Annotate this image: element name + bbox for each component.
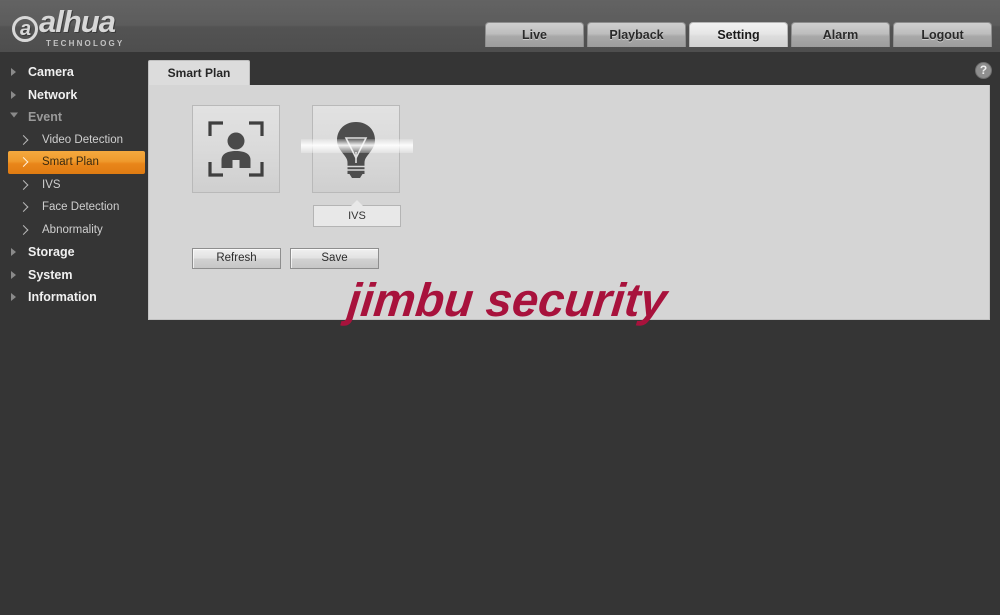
chevron-right-icon: [18, 224, 29, 235]
chevron-right-icon: [18, 157, 29, 168]
logo-tagline: TECHNOLOGY: [46, 39, 125, 48]
logo-text: alhua: [39, 4, 116, 39]
sidebar-item-label: Camera: [28, 65, 74, 79]
sidebar-item-label: Event: [28, 110, 63, 124]
logo-a-icon: a: [12, 16, 38, 42]
sidebar-item-face-detection[interactable]: Face Detection: [8, 196, 145, 219]
chevron-right-icon: [18, 179, 29, 190]
main-nav-tabs: Live Playback Setting Alarm Logout: [485, 22, 992, 47]
action-button-row: Refresh Save: [192, 248, 379, 269]
logo-wordmark: a alhua: [12, 6, 192, 42]
nav-tab-playback[interactable]: Playback: [587, 22, 686, 47]
sidebar-menu: Camera Network Event Video Detection Sma…: [0, 52, 147, 615]
sidebar-item-event[interactable]: Event: [0, 106, 147, 129]
feature-box-row: IVS: [192, 105, 413, 227]
tooltip-arrow-icon: [351, 200, 363, 207]
save-button[interactable]: Save: [290, 248, 379, 269]
nav-tab-logout[interactable]: Logout: [893, 22, 992, 47]
sidebar-item-label: Network: [28, 87, 78, 102]
sidebar-item-label: Storage: [28, 245, 75, 259]
sidebar-item-label: Smart Plan: [42, 156, 99, 168]
ivs-tooltip-label: IVS: [313, 200, 401, 227]
top-header-bar: a alhua TECHNOLOGY Live Playback Setting …: [0, 0, 1000, 52]
sidebar-item-label: System: [28, 267, 73, 282]
chevron-right-icon: [11, 270, 16, 279]
sidebar-item-label: IVS: [42, 178, 61, 191]
nav-tab-setting[interactable]: Setting: [689, 22, 788, 47]
sidebar-item-abnormality[interactable]: Abnormality: [8, 219, 145, 242]
chevron-right-icon: [11, 90, 16, 99]
content-tabstrip: Smart Plan: [148, 60, 990, 86]
sidebar-item-label: Information: [28, 290, 97, 304]
feature-box-face-detection[interactable]: [192, 105, 280, 193]
sidebar-item-label: Face Detection: [42, 201, 120, 213]
dahua-camera-web-ui: a alhua TECHNOLOGY Live Playback Setting …: [0, 0, 1000, 615]
refresh-button[interactable]: Refresh: [192, 248, 281, 269]
sidebar-item-label: Video Detection: [42, 133, 123, 146]
chevron-right-icon: [11, 68, 16, 77]
chevron-right-icon: [11, 293, 16, 302]
lightbulb-ivs-icon: [337, 122, 375, 178]
nav-tab-alarm[interactable]: Alarm: [791, 22, 890, 47]
sidebar-item-system[interactable]: System: [0, 264, 147, 287]
sidebar-item-ivs[interactable]: IVS: [8, 174, 145, 197]
sidebar-item-smart-plan[interactable]: Smart Plan: [8, 151, 145, 174]
dahua-logo: a alhua TECHNOLOGY: [12, 6, 192, 48]
sidebar-item-information[interactable]: Information: [0, 286, 147, 309]
chevron-right-icon: [11, 248, 16, 257]
face-detection-icon: [208, 121, 264, 177]
sidebar-item-video-detection[interactable]: Video Detection: [8, 129, 145, 152]
feature-box-ivs[interactable]: IVS: [301, 105, 413, 227]
sidebar-item-label: Abnormality: [42, 223, 103, 236]
tab-smart-plan[interactable]: Smart Plan: [148, 60, 250, 86]
help-icon[interactable]: ?: [975, 62, 992, 79]
sidebar-item-camera[interactable]: Camera: [0, 61, 147, 84]
chevron-down-icon: [10, 112, 18, 122]
chevron-right-icon: [18, 202, 29, 213]
nav-tab-live[interactable]: Live: [485, 22, 584, 47]
tooltip-text: IVS: [348, 210, 366, 222]
chevron-right-icon: [18, 134, 29, 145]
sidebar-item-network[interactable]: Network: [0, 84, 147, 107]
sidebar-item-storage[interactable]: Storage: [0, 241, 147, 264]
watermark-text: jimbu security: [345, 273, 670, 326]
